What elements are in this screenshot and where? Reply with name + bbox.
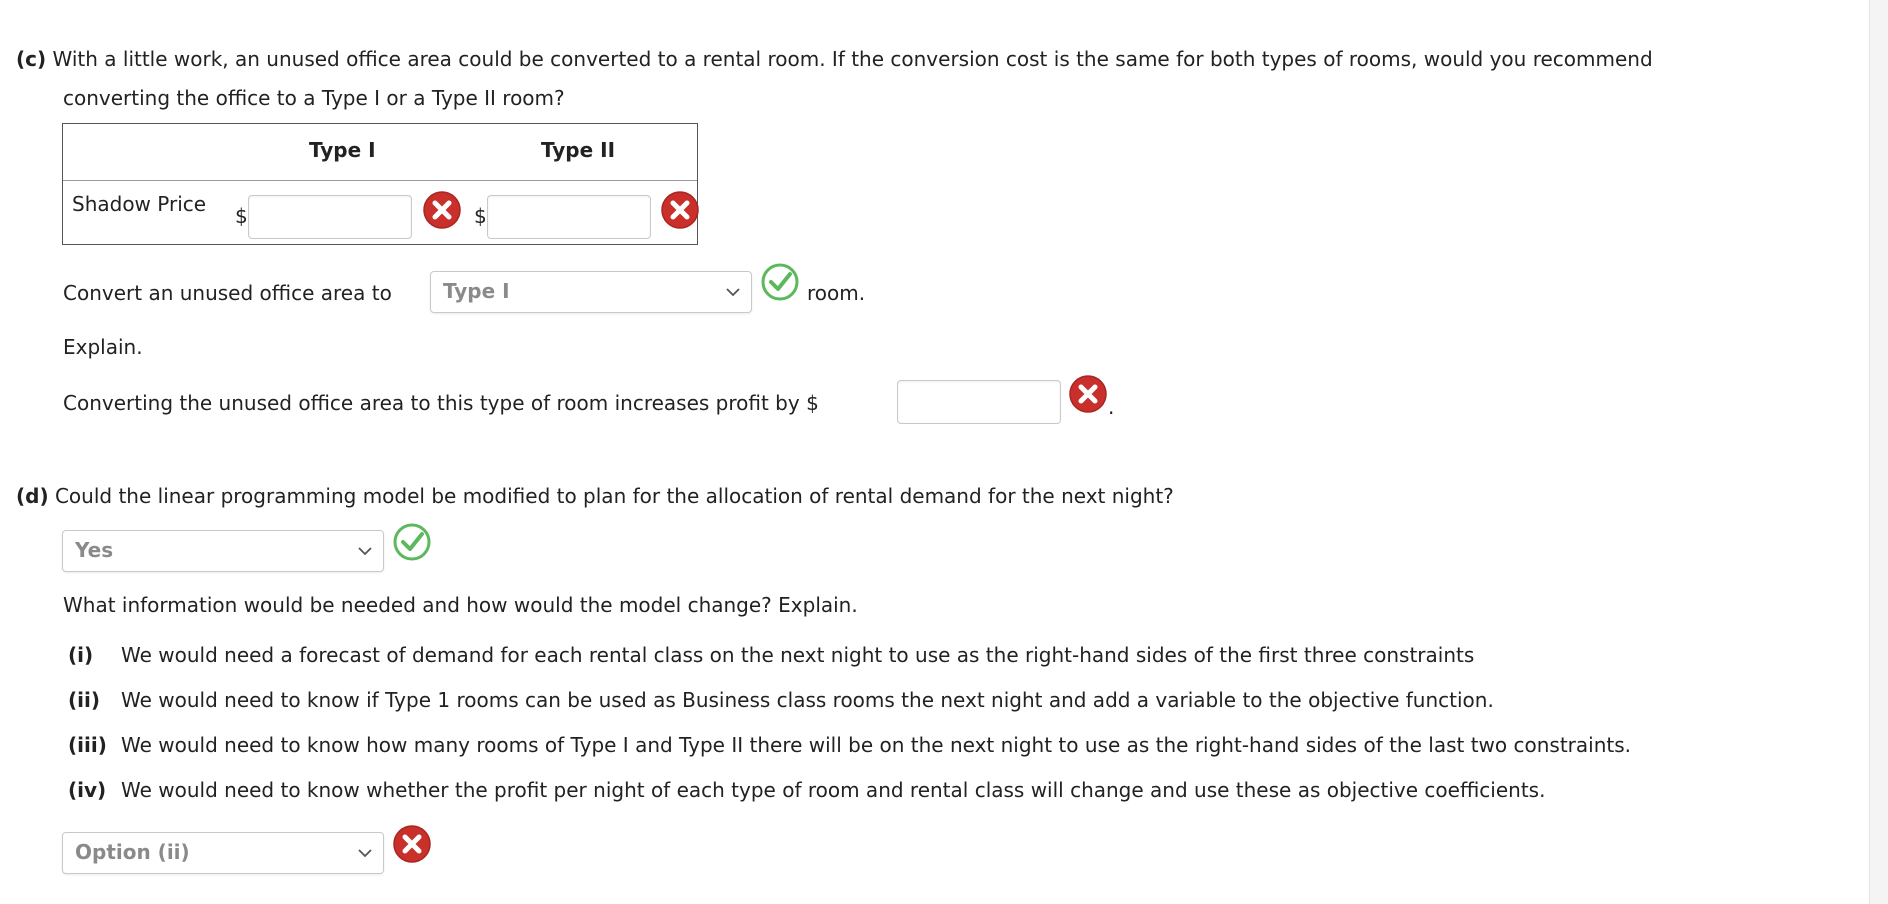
- explain-label: Explain.: [63, 335, 143, 359]
- option-text: We would need a forecast of demand for e…: [121, 643, 1475, 667]
- profit-text: Converting the unused office area to thi…: [63, 391, 819, 415]
- option-label: (iii): [68, 733, 107, 757]
- shadow-price-table: Type I Type II Shadow Price $ $: [62, 123, 699, 245]
- option-select[interactable]: Option (ii): [62, 832, 384, 874]
- profit-end-period: .: [1108, 395, 1115, 419]
- option-select-value: Option (ii): [75, 840, 190, 864]
- modify-model-select[interactable]: Yes: [62, 530, 384, 572]
- option-label: (ii): [68, 688, 100, 712]
- convert-suffix: room.: [807, 281, 866, 305]
- type2-shadow-price-input[interactable]: [487, 195, 651, 239]
- option-text: We would need to know whether the profit…: [121, 778, 1546, 802]
- room-type-select[interactable]: Type I: [430, 271, 752, 313]
- part-c-question-text: With a little work, an unused office are…: [52, 47, 1653, 71]
- shadow-price-label: Shadow Price: [72, 192, 207, 216]
- part-d-question-text: Could the linear programming model be mo…: [54, 484, 1174, 508]
- option-item: (iv) We would need to know whether the p…: [68, 776, 1545, 804]
- option-item: (iii) We would need to know how many roo…: [68, 731, 1631, 759]
- option-label: (i): [68, 643, 94, 667]
- dollar-sign: $: [474, 204, 487, 228]
- part-d-question: (d) Could the linear programming model b…: [16, 482, 1174, 510]
- option-text: We would need to know how many rooms of …: [121, 733, 1631, 757]
- part-d-label: (d): [16, 484, 49, 508]
- part-c-label: (c): [16, 47, 47, 71]
- option-label: (iv): [68, 778, 107, 802]
- chevron-down-icon: [358, 547, 372, 556]
- dollar-sign: $: [235, 204, 248, 228]
- incorrect-icon: [661, 191, 699, 229]
- chevron-down-icon: [726, 288, 740, 297]
- convert-prefix: Convert an unused office area to: [63, 281, 392, 305]
- option-text: We would need to know if Type 1 rooms ca…: [121, 688, 1494, 712]
- scrollbar[interactable]: [1869, 0, 1888, 904]
- option-item: (ii) We would need to know if Type 1 roo…: [68, 686, 1494, 714]
- room-type-select-value: Type I: [443, 279, 510, 303]
- col-header-type1: Type I: [309, 138, 376, 162]
- incorrect-icon: [393, 825, 431, 863]
- table-divider: [63, 180, 697, 181]
- type1-shadow-price-input[interactable]: [248, 195, 412, 239]
- followup-question: What information would be needed and how…: [63, 593, 858, 617]
- profit-increase-input[interactable]: [897, 380, 1061, 424]
- part-c-question-line1: (c) With a little work, an unused office…: [16, 45, 1653, 73]
- chevron-down-icon: [358, 849, 372, 858]
- part-c-question-line2: converting the office to a Type I or a T…: [63, 86, 565, 110]
- option-item: (i) We would need a forecast of demand f…: [68, 641, 1474, 669]
- col-header-type2: Type II: [541, 138, 616, 162]
- modify-model-select-value: Yes: [75, 538, 114, 562]
- incorrect-icon: [1069, 375, 1107, 413]
- correct-icon: [393, 523, 431, 561]
- incorrect-icon: [423, 191, 461, 229]
- correct-icon: [761, 263, 799, 301]
